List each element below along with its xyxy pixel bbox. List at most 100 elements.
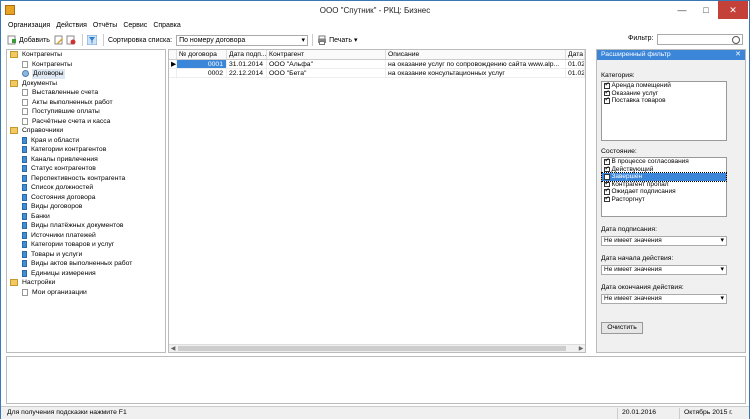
tree-item[interactable]: Источники платежей (7, 231, 165, 241)
tree-item[interactable]: Виды платёжных документов (7, 221, 165, 231)
menu-organization[interactable]: Организация (8, 20, 50, 32)
table-cell: 0001 (177, 60, 227, 68)
contracts-icon (22, 70, 29, 78)
tree-item[interactable]: Каналы привлечения (7, 155, 165, 165)
tree-item[interactable]: Состояния договора (7, 193, 165, 203)
tree-item[interactable]: Расчётные счета и касса (7, 117, 165, 127)
close-icon[interactable]: ✕ (735, 50, 741, 60)
minimize-button[interactable]: — (670, 1, 694, 19)
app-window: ООО "Спутник" - РКЦ: Бизнес — □ ✕ Органи… (0, 0, 750, 419)
document-icon (22, 89, 28, 97)
sign-date-label: Дата подписания: (601, 226, 657, 233)
tree-group-references[interactable]: Справочники (7, 126, 165, 136)
tree-item[interactable]: Края и области (7, 136, 165, 146)
table-cell: 01.02 (568, 60, 585, 68)
start-date-select[interactable]: Не имеет значения (601, 265, 727, 275)
tree-item-counterparties[interactable]: Контрагенты (7, 60, 165, 70)
toolbar-separator (81, 34, 83, 46)
menu-reports[interactable]: Отчёты (93, 20, 117, 32)
list-icon (22, 184, 27, 192)
tree-item[interactable]: Товары и услуги (7, 250, 165, 260)
category-label: Категория: (601, 72, 635, 79)
tree-group-counterparties[interactable]: Контрагенты (7, 50, 165, 60)
state-option[interactable]: Ожидает подписания (602, 187, 726, 196)
toolbar-separator (312, 34, 314, 46)
list-icon (22, 193, 27, 201)
scroll-right-icon[interactable]: ▶ (577, 345, 585, 352)
tree-group-documents[interactable]: Документы (7, 79, 165, 89)
tree-item[interactable]: Категории товаров и услуг (7, 240, 165, 250)
document-icon (22, 108, 28, 116)
column-header[interactable]: Дата подп... (227, 50, 267, 59)
folder-icon (10, 79, 18, 87)
tree-item[interactable]: Категории контрагентов (7, 145, 165, 155)
sign-date-select[interactable]: Не имеет значения (601, 236, 727, 246)
column-header[interactable]: Контрагент (267, 50, 386, 59)
state-option[interactable]: Действующий (602, 165, 726, 174)
menu-actions[interactable]: Действия (56, 20, 87, 32)
checkbox[interactable] (604, 165, 610, 172)
tree-item[interactable]: Поступившие оплаты (7, 107, 165, 117)
state-option[interactable]: Контрагент пропал (602, 180, 726, 189)
table-cell: 0002 (177, 69, 227, 77)
scroll-left-icon[interactable]: ◀ (169, 345, 177, 352)
table-cell: ООО "Альфа" (267, 60, 386, 68)
state-option[interactable]: Завершён (601, 172, 727, 182)
end-date-select[interactable]: Не имеет значения (601, 294, 727, 304)
clear-button[interactable]: Очистить (601, 322, 643, 334)
sort-select[interactable]: По номеру договора (176, 34, 309, 46)
navigation-tree: Контрагенты Контрагенты Договоры Докумен… (6, 49, 166, 353)
state-option[interactable]: В процессе согласования (602, 157, 726, 166)
state-option[interactable]: Расторгнут (602, 195, 726, 204)
table-cell: на оказание услуг по сопровождению сайта… (386, 60, 566, 68)
category-option[interactable]: Поставка товаров (602, 96, 726, 105)
filter-input[interactable] (657, 34, 743, 45)
filter-icon[interactable] (86, 35, 97, 45)
horizontal-scrollbar[interactable]: ◀ ▶ (169, 344, 585, 352)
column-header[interactable]: Дата н (566, 50, 585, 59)
column-header[interactable]: № договора (177, 50, 227, 59)
list-icon (22, 231, 27, 239)
tree-item[interactable]: Виды актов выполненных работ (7, 259, 165, 269)
tree-item[interactable]: Единицы измерения (7, 269, 165, 279)
add-button[interactable]: Добавить (7, 35, 50, 45)
table-row[interactable]: ▶ 0001 31.01.2014 ООО "Альфа" на оказани… (169, 60, 585, 69)
tree-group-settings[interactable]: Настройки (7, 278, 165, 288)
tree-item[interactable]: Список должностей (7, 183, 165, 193)
table-row[interactable]: 0002 22.12.2014 ООО "Бета" на оказание к… (169, 69, 585, 78)
state-label: Состояние: (601, 148, 637, 155)
list-icon (22, 260, 27, 268)
tree-item[interactable]: Мои организации (7, 288, 165, 298)
column-header[interactable]: Описание (386, 50, 566, 59)
print-button[interactable]: Печать ▾ (317, 35, 358, 45)
checkbox[interactable] (604, 195, 610, 202)
maximize-button[interactable]: □ (694, 1, 718, 19)
list-icon (22, 146, 27, 154)
window-title: ООО "Спутник" - РКЦ: Бизнес (319, 6, 431, 15)
status-hint: Для получения подсказки нажмите F1 (7, 409, 127, 416)
edit-icon[interactable] (54, 35, 64, 45)
tree-item[interactable]: Виды договоров (7, 202, 165, 212)
delete-icon[interactable] (66, 35, 76, 45)
state-list: В процессе согласования Действующий Заве… (601, 157, 727, 217)
tree-item[interactable]: Выставленные счета (7, 88, 165, 98)
sort-label: Сортировка списка: (107, 36, 173, 44)
toolbar-separator (102, 34, 104, 46)
scrollbar-thumb[interactable] (178, 346, 566, 351)
checkbox[interactable] (604, 96, 610, 104)
table-cell: 01.02 (568, 69, 585, 77)
list-icon (22, 165, 27, 173)
menu-service[interactable]: Сервис (123, 20, 147, 32)
menu-help[interactable]: Справка (153, 20, 180, 32)
list-icon (22, 250, 27, 258)
tree-item[interactable]: Перспективность контрагента (7, 174, 165, 184)
category-option[interactable]: Аренда помещений (602, 81, 726, 90)
category-option[interactable]: Оказание услуг (602, 89, 726, 98)
close-button[interactable]: ✕ (718, 1, 748, 19)
tree-item-contracts[interactable]: Договоры (7, 69, 165, 79)
filter-panel-title: Расширенный фильтр (601, 51, 671, 58)
tree-item[interactable]: Статус контрагентов (7, 164, 165, 174)
tree-item[interactable]: Банки (7, 212, 165, 222)
contracts-table: № договора Дата подп... Контрагент Описа… (168, 49, 586, 353)
tree-item[interactable]: Акты выполненных работ (7, 98, 165, 108)
